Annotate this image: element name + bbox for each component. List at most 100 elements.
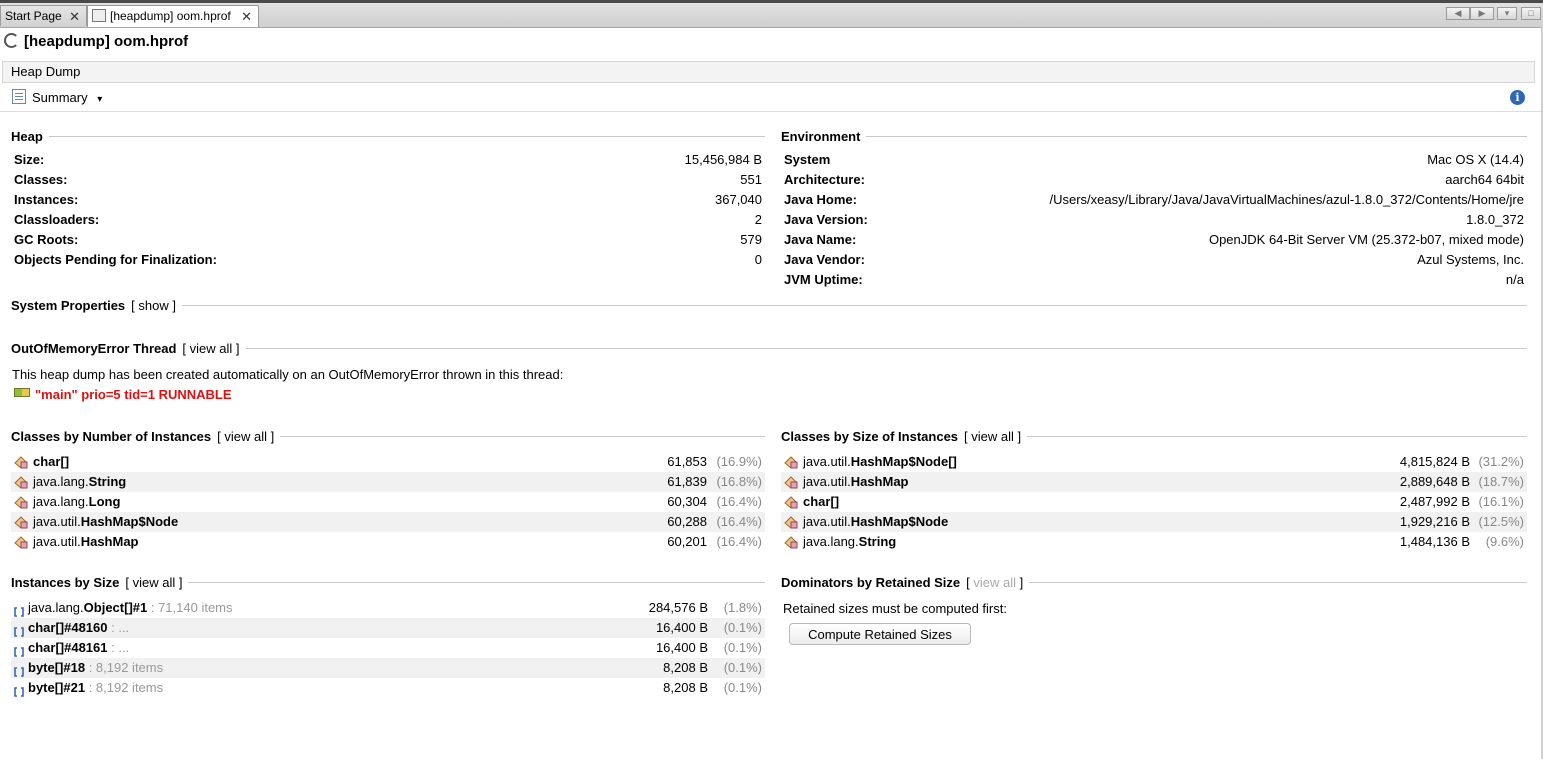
class-size-row[interactable]: java.util.HashMap 2,889,648 B (18.7%) — [781, 472, 1527, 492]
environment-prop-row: Java Name: OpenJDK 64-Bit Server VM (25.3… — [781, 230, 1527, 250]
class-count-row[interactable]: java.util.HashMap$Node 60,288 (16.4%) — [11, 512, 765, 532]
environment-prop-row: Architecture: aarch64 64bit — [781, 170, 1527, 190]
class-size-percent: (18.7%) — [1478, 474, 1524, 489]
heap-stat-value: 2 — [754, 212, 762, 227]
instance-percent: (0.1%) — [723, 660, 762, 675]
tab-list-icon[interactable]: ▾ — [1497, 7, 1517, 20]
instance-row[interactable]: char[]#48160 : ... 16,400 B (0.1%) — [11, 618, 765, 638]
view-all-dominators-link: [ view all ] — [966, 574, 1024, 590]
class-count-name[interactable]: java.lang.Long — [33, 492, 120, 512]
view-all-classes-by-count-link[interactable]: [ view all ] — [217, 429, 274, 444]
environment-section-heading: Environment — [781, 128, 1527, 144]
show-system-properties-link[interactable]: [ show ] — [131, 298, 176, 313]
class-count-percent: (16.8%) — [716, 474, 762, 489]
class-size-row[interactable]: java.util.HashMap$Node[] 4,815,824 B (31.2… — [781, 452, 1527, 472]
instance-row[interactable]: byte[]#21 : 8,192 items 8,208 B (0.1%) — [11, 678, 765, 698]
heap-section-heading: Heap — [11, 128, 765, 144]
class-icon — [14, 455, 28, 469]
heap-stat-value: 579 — [740, 232, 762, 247]
class-size-name[interactable]: java.lang.String — [803, 532, 896, 552]
environment-prop-value: Mac OS X (14.4) — [1427, 152, 1524, 167]
class-icon — [784, 455, 798, 469]
environment-prop-row: Java Version: 1.8.0_372 — [781, 210, 1527, 230]
heap-stat-key: Classes: — [14, 172, 68, 187]
class-size-name[interactable]: java.util.HashMap$Node — [803, 512, 948, 532]
class-count-value: 61,839 — [667, 474, 707, 489]
class-count-name[interactable]: char[] — [33, 452, 69, 472]
class-size-value: 2,487,992 B — [1399, 494, 1470, 509]
oom-thread-heading: OutOfMemoryError Thread [ view all ] — [11, 340, 1527, 356]
class-count-row[interactable]: java.util.HashMap 60,201 (16.4%) — [11, 532, 765, 552]
class-count-row[interactable]: java.lang.String 61,839 (16.8%) — [11, 472, 765, 492]
oom-thread-link[interactable]: "main" prio=5 tid=1 RUNNABLE — [14, 387, 232, 403]
class-count-name[interactable]: java.util.HashMap$Node — [33, 512, 178, 532]
tab-heapdump[interactable]: [heapdump] oom.hprof ✕ — [87, 5, 259, 27]
instance-name[interactable]: byte[]#18 : 8,192 items — [28, 658, 163, 678]
instance-name[interactable]: char[]#48160 : ... — [28, 618, 129, 638]
array-instance-icon — [14, 603, 24, 617]
class-count-value: 60,304 — [667, 494, 707, 509]
instance-percent: (0.1%) — [723, 680, 762, 695]
class-size-name[interactable]: java.util.HashMap — [803, 472, 909, 492]
class-size-value: 1,929,216 B — [1399, 514, 1470, 529]
instance-row[interactable]: java.lang.Object[]#1 : 71,140 items 284,5… — [11, 598, 765, 618]
environment-prop-key: Java Vendor: — [784, 252, 865, 267]
class-size-row[interactable]: char[] 2,487,992 B (16.1%) — [781, 492, 1527, 512]
info-icon[interactable]: i — [1510, 90, 1525, 105]
instance-percent: (0.1%) — [723, 640, 762, 655]
instance-name[interactable]: char[]#48161 : ... — [28, 638, 129, 658]
view-all-threads-link[interactable]: [ view all ] — [182, 341, 239, 356]
class-size-value: 2,889,648 B — [1399, 474, 1470, 489]
compute-retained-sizes-button[interactable]: Compute Retained Sizes — [789, 623, 971, 645]
divider — [0, 111, 1543, 112]
scroll-right-icon[interactable]: ▶ — [1470, 7, 1494, 20]
oom-message: This heap dump has been created automati… — [12, 367, 564, 382]
class-count-row[interactable]: java.lang.Long 60,304 (16.4%) — [11, 492, 765, 512]
instance-value: 8,208 B — [663, 680, 708, 695]
environment-prop-key: Java Home: — [784, 192, 857, 207]
instance-name[interactable]: byte[]#21 : 8,192 items — [28, 678, 163, 698]
instance-row[interactable]: char[]#48161 : ... 16,400 B (0.1%) — [11, 638, 765, 658]
class-size-row[interactable]: java.lang.String 1,484,136 B (9.6%) — [781, 532, 1527, 552]
heap-stat-key: Classloaders: — [14, 212, 100, 227]
retained-sizes-message: Retained sizes must be computed first: — [783, 601, 1007, 616]
view-all-classes-by-size-link[interactable]: [ view all ] — [964, 429, 1021, 444]
instance-name[interactable]: java.lang.Object[]#1 : 71,140 items — [28, 598, 233, 618]
view-selector-label: Summary — [32, 90, 88, 105]
class-size-percent: (31.2%) — [1478, 454, 1524, 469]
class-size-name[interactable]: java.util.HashMap$Node[] — [803, 452, 957, 472]
class-size-percent: (16.1%) — [1478, 494, 1524, 509]
class-count-percent: (16.4%) — [716, 534, 762, 549]
loading-spinner-icon — [4, 33, 19, 48]
environment-prop-value: n/a — [1505, 272, 1524, 287]
class-count-name[interactable]: java.util.HashMap — [33, 532, 139, 552]
scroll-left-icon[interactable]: ◀ — [1446, 7, 1470, 20]
tab-start-page[interactable]: Start Page ✕ — [0, 5, 87, 26]
class-size-name[interactable]: char[] — [803, 492, 839, 512]
maximize-icon[interactable]: □ — [1521, 7, 1541, 20]
divider — [48, 135, 765, 137]
class-icon — [784, 475, 798, 489]
instance-row[interactable]: byte[]#18 : 8,192 items 8,208 B (0.1%) — [11, 658, 765, 678]
view-selector[interactable]: Summary ▾ — [12, 89, 102, 107]
environment-prop-row: System Mac OS X (14.4) — [781, 150, 1527, 170]
heapdump-icon — [92, 9, 106, 22]
close-icon[interactable]: ✕ — [69, 6, 80, 27]
class-size-row[interactable]: java.util.HashMap$Node 1,929,216 B (12.5%) — [781, 512, 1527, 532]
class-count-name[interactable]: java.lang.String — [33, 472, 126, 492]
view-all-instances-link[interactable]: [ view all ] — [125, 575, 182, 590]
heap-dump-header: Heap Dump — [2, 61, 1535, 83]
environment-prop-row: Java Home: /Users/xeasy/Library/Java/Java… — [781, 190, 1527, 210]
divider — [866, 135, 1527, 137]
heap-stat-row: Objects Pending for Finalization: 0 — [11, 250, 765, 270]
environment-prop-key: Java Version: — [784, 212, 868, 227]
close-icon[interactable]: ✕ — [241, 6, 252, 27]
class-count-row[interactable]: char[] 61,853 (16.9%) — [11, 452, 765, 472]
environment-prop-value: Azul Systems, Inc. — [1417, 252, 1524, 267]
divider — [280, 435, 765, 437]
system-properties-heading: System Properties [ show ] — [11, 297, 1527, 313]
class-size-percent: (12.5%) — [1478, 514, 1524, 529]
divider — [245, 347, 1527, 349]
array-instance-icon — [14, 643, 24, 657]
environment-prop-row: JVM Uptime: n/a — [781, 270, 1527, 290]
